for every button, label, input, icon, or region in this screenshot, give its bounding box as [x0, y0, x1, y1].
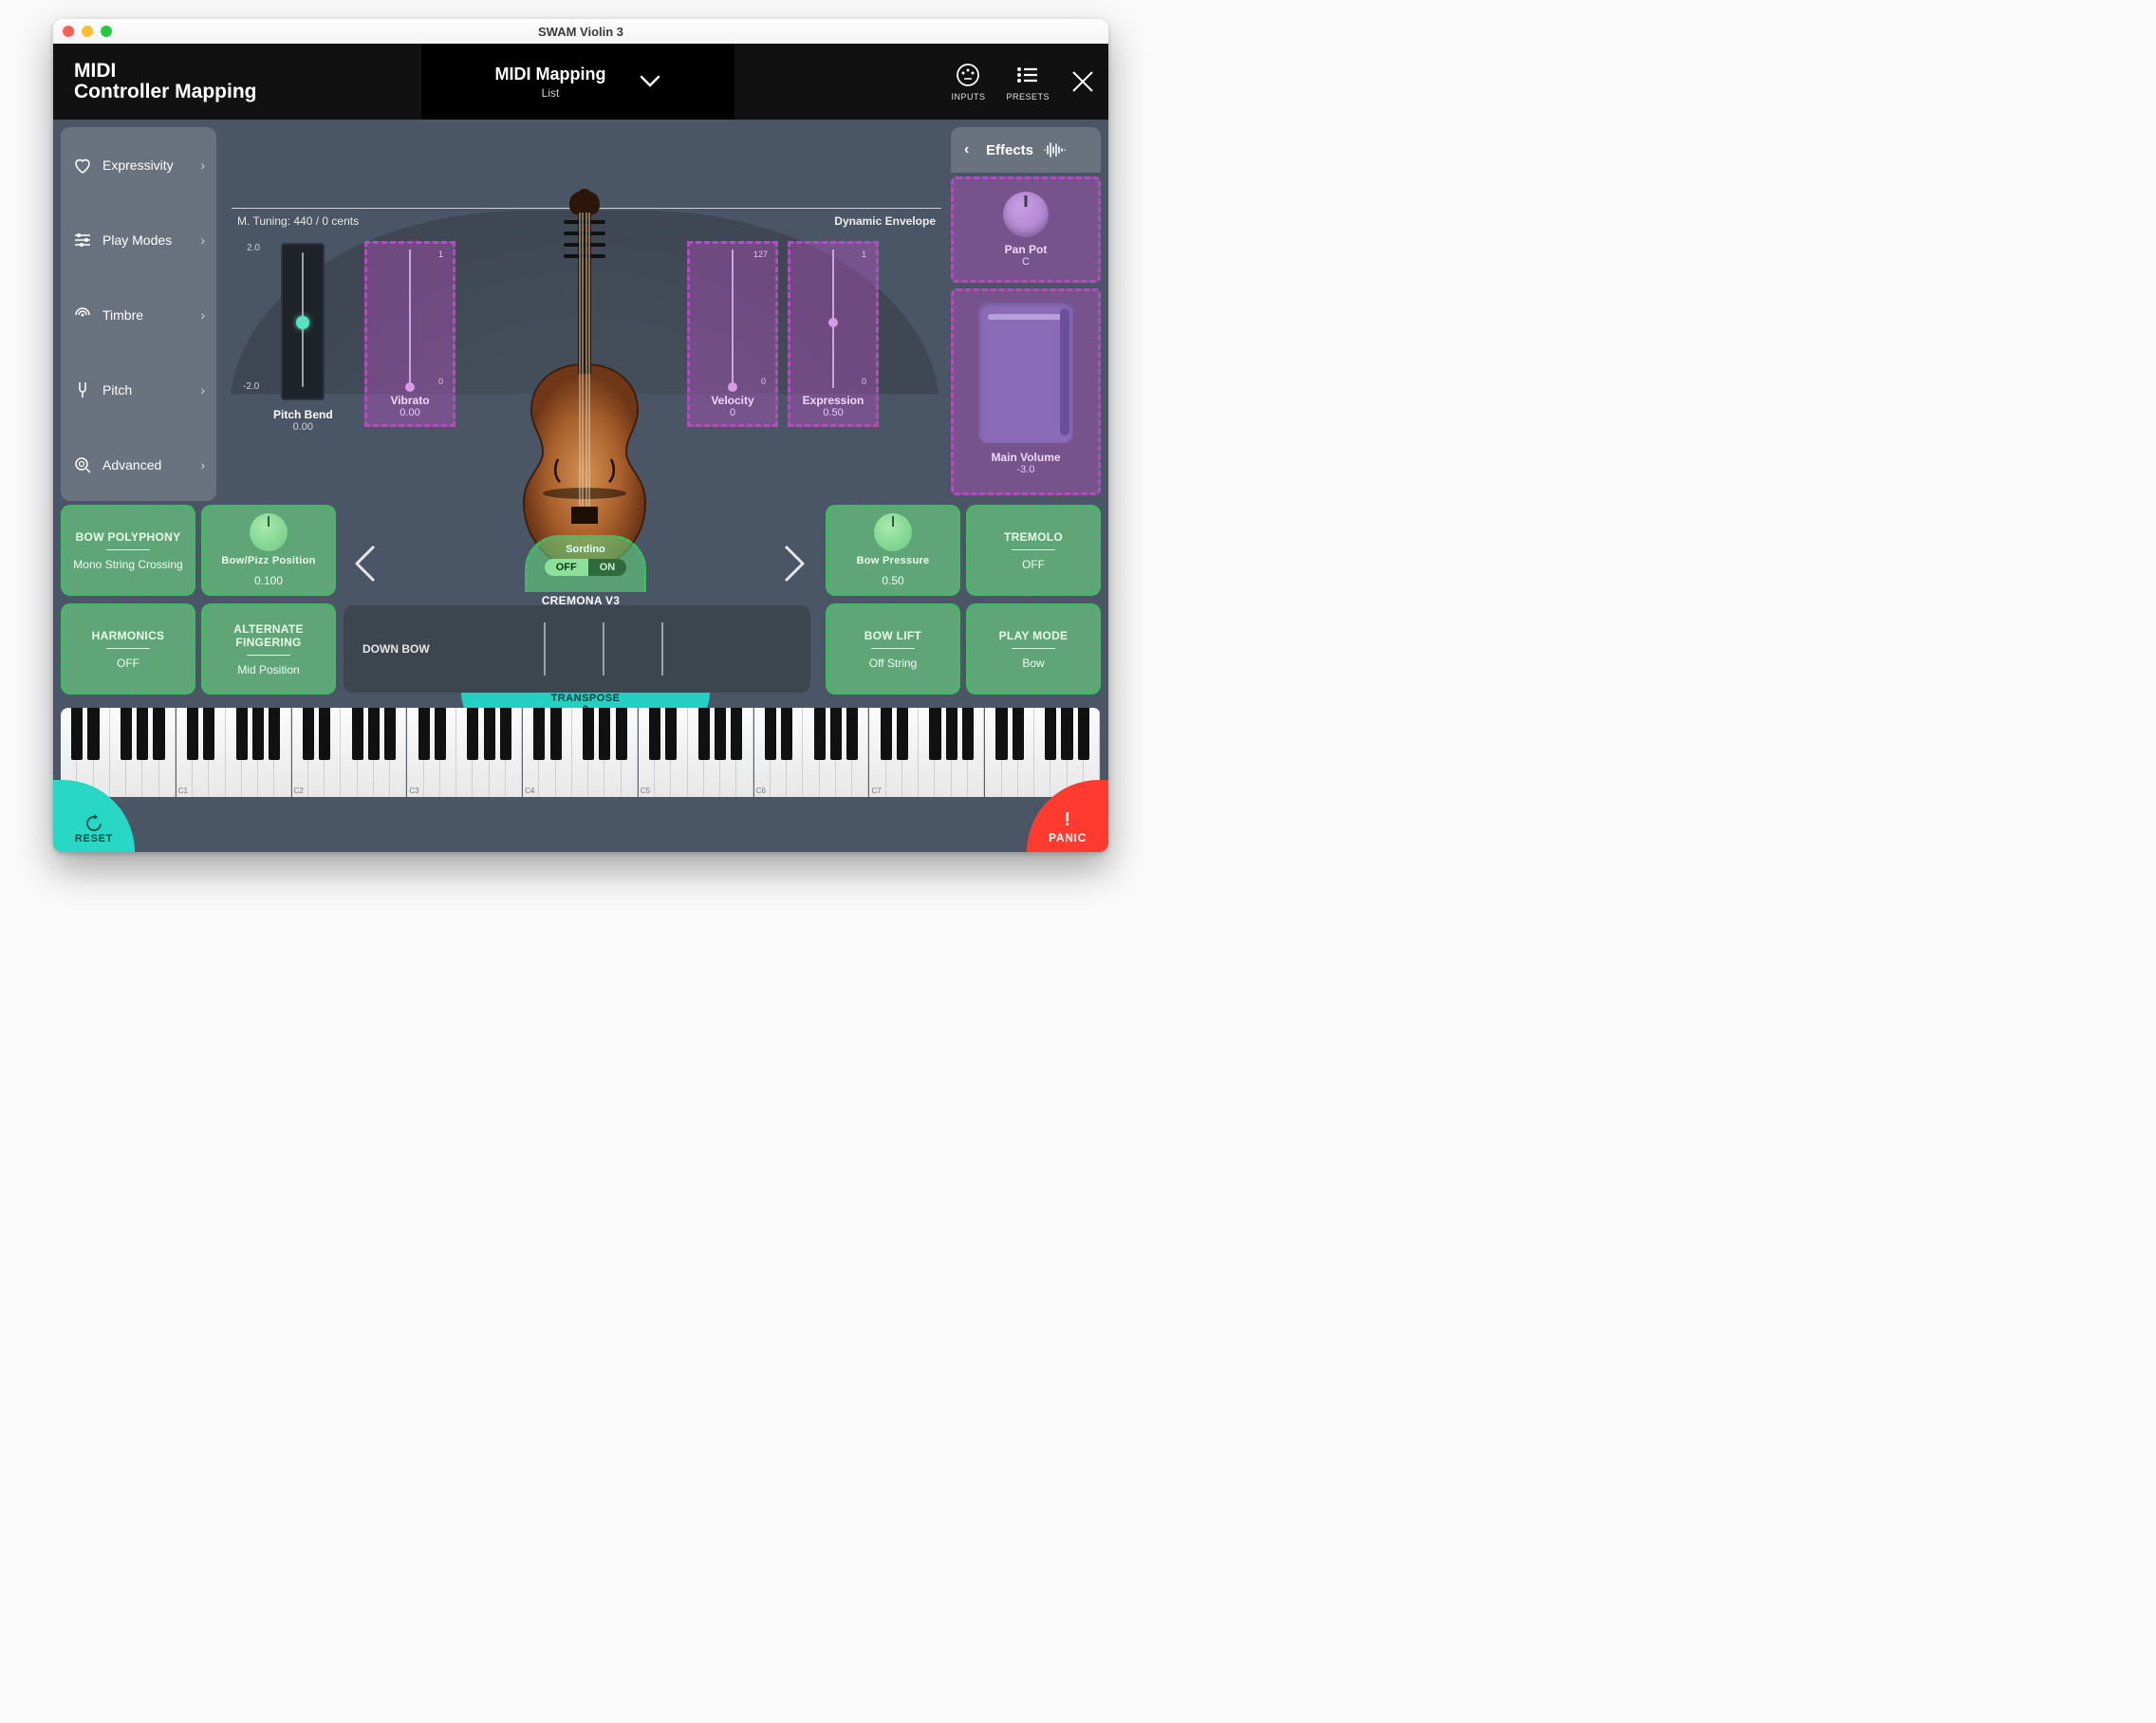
octave-label: C6: [756, 787, 766, 795]
effects-panel: ‹ Effects: [951, 127, 1101, 173]
octave-label: C1: [178, 787, 188, 795]
waves-icon: [72, 305, 93, 325]
list-icon: [1014, 62, 1041, 88]
tremolo-tile[interactable]: TREMOLOOFF: [966, 505, 1101, 596]
sidebar-item-pitch[interactable]: Pitch›: [61, 352, 216, 427]
inputs-button[interactable]: INPUTS: [951, 62, 985, 102]
heart-icon: [72, 155, 93, 176]
harmonics-tile[interactable]: HARMONICSOFF: [61, 603, 195, 695]
velocity-slider[interactable]: 127 0 Velocity 0: [687, 241, 778, 427]
mapping-selector[interactable]: MIDI Mapping List: [421, 44, 734, 120]
octave-label: C3: [409, 787, 418, 795]
waveform-icon: [1043, 141, 1066, 158]
vibrato-slider[interactable]: 1 0 Vibrato 0.00: [364, 241, 455, 427]
main-volume-slider[interactable]: Main Volume -3.0: [951, 288, 1101, 495]
chevron-right-icon: ›: [200, 232, 205, 248]
gear-search-icon: [72, 454, 93, 475]
play-mode-tile[interactable]: PLAY MODEBow: [966, 603, 1101, 695]
alert-icon: !: [1064, 809, 1070, 831]
top-bar: MIDI Controller Mapping MIDI Mapping Lis…: [53, 44, 1108, 120]
bow-polyphony-tile[interactable]: BOW POLYPHONYMono String Crossing: [61, 505, 195, 596]
titlebar: SWAM Violin 3: [53, 19, 1108, 44]
octave-label: C7: [871, 787, 881, 795]
chevron-right-icon: ›: [200, 157, 205, 173]
down-bow-label: DOWN BOW: [362, 642, 430, 656]
pan-pot-knob[interactable]: Pan Pot C: [951, 176, 1101, 283]
chevron-left-icon[interactable]: ‹: [964, 141, 969, 158]
sidebar-item-timbre[interactable]: Timbre›: [61, 277, 216, 352]
sliders-icon: [72, 230, 93, 250]
sidebar-item-expressivity[interactable]: Expressivity›: [61, 127, 216, 202]
octave-label: C4: [525, 787, 534, 795]
sidebar: Expressivity› Play Modes› Timbre› Pitch›…: [61, 127, 216, 501]
bow-pressure-knob[interactable]: Bow Pressure0.50: [826, 505, 960, 596]
chevron-right-icon: ›: [200, 307, 205, 323]
sidebar-item-play-modes[interactable]: Play Modes›: [61, 202, 216, 277]
chevron-right-icon: ›: [200, 382, 205, 398]
tuning-label: M. Tuning: 440 / 0 cents: [237, 214, 359, 228]
dynamic-envelope-label: Dynamic Envelope: [834, 214, 936, 228]
pitch-bend-slider[interactable]: 2.0 -2.0 Pitch Bend 0.00: [273, 243, 333, 433]
close-icon[interactable]: [1070, 69, 1095, 94]
bow-pizz-position-knob[interactable]: Bow/Pizz Position0.100: [201, 505, 336, 596]
tuning-fork-icon: [72, 380, 93, 400]
bow-lift-tile[interactable]: BOW LIFTOff String: [826, 603, 960, 695]
page-title: MIDI Controller Mapping: [53, 61, 257, 103]
expression-slider[interactable]: 1 0 Expression 0.50: [788, 241, 879, 427]
octave-label: C5: [641, 787, 650, 795]
presets-button[interactable]: PRESETS: [1006, 62, 1050, 102]
plugin-ui: MIDI Controller Mapping MIDI Mapping Lis…: [53, 44, 1108, 852]
window-title: SWAM Violin 3: [53, 25, 1108, 39]
bow-display: DOWN BOW: [344, 605, 810, 693]
octave-label: C2: [294, 787, 304, 795]
sidebar-item-advanced[interactable]: Advanced›: [61, 427, 216, 502]
window: SWAM Violin 3 MIDI Controller Mapping MI…: [53, 19, 1108, 852]
alternate-fingering-tile[interactable]: ALTERNATE FINGERINGMid Position: [201, 603, 336, 695]
piano-keyboard[interactable]: C0C1C2C3C4C5C6C7: [61, 708, 1101, 797]
palette-icon: [955, 62, 981, 88]
effects-header[interactable]: ‹ Effects: [951, 127, 1101, 173]
reset-icon: [84, 814, 103, 833]
chevron-down-icon: [640, 75, 660, 88]
chevron-right-icon: ›: [200, 457, 205, 472]
